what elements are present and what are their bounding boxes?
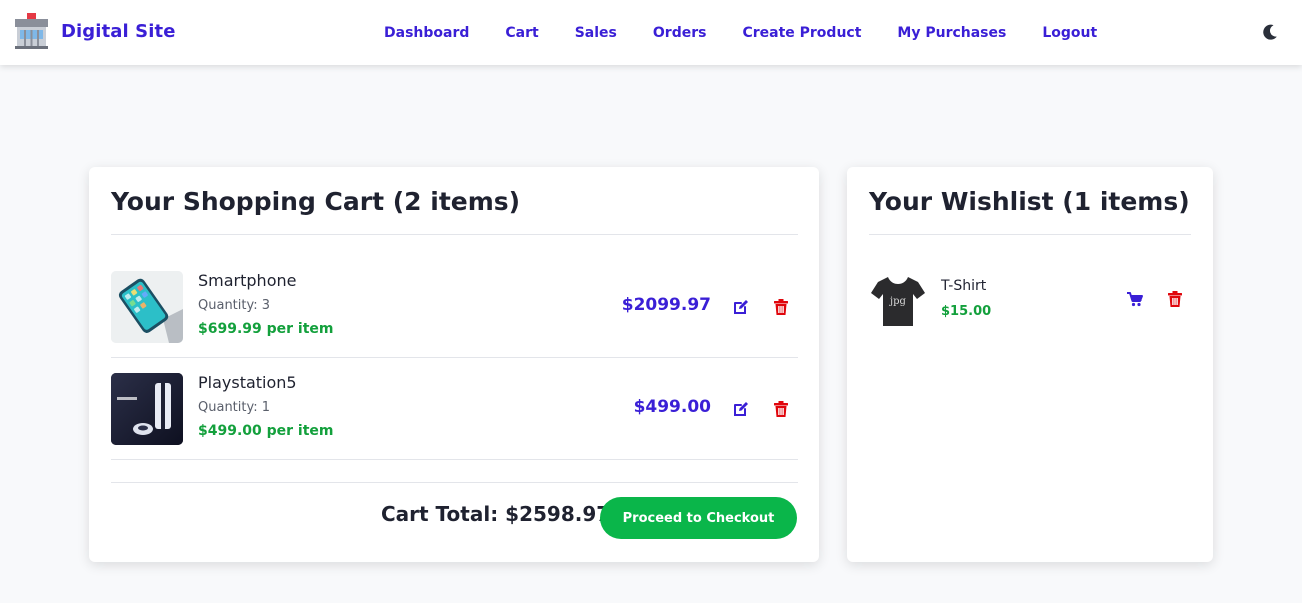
top-navbar: Digital Site Dashboard Cart Sales Orders…	[0, 0, 1302, 65]
nav-links: Dashboard Cart Sales Orders Create Produ…	[384, 0, 1097, 65]
tshirt-thumbnail: jpg	[869, 272, 927, 330]
cart-item-total: $499.00	[633, 397, 711, 417]
playstation5-thumbnail	[111, 373, 183, 445]
nav-link-sales[interactable]: Sales	[575, 25, 617, 41]
wishlist-item-price: $15.00	[941, 304, 992, 319]
store-icon	[15, 13, 48, 49]
cart-footer-divider	[111, 482, 798, 483]
cart-item-name: Playstation5	[198, 373, 297, 392]
cart-item-name: Smartphone	[198, 271, 297, 290]
nav-link-dashboard[interactable]: Dashboard	[384, 25, 469, 41]
nav-link-create-product[interactable]: Create Product	[742, 25, 861, 41]
cart-item-quantity: Quantity: 3	[198, 298, 271, 313]
edit-icon[interactable]	[732, 298, 750, 316]
cart-item-unit-price: $699.99 per item	[198, 321, 334, 337]
cart-move-icon[interactable]	[1126, 290, 1144, 308]
cart-title-divider	[111, 234, 798, 235]
trash-icon[interactable]	[772, 400, 790, 418]
proceed-to-checkout-button[interactable]: Proceed to Checkout	[600, 497, 797, 539]
wishlist-title-divider	[869, 234, 1191, 235]
trash-icon[interactable]	[1166, 290, 1184, 308]
cart-item-smartphone: Smartphone Quantity: 3 $699.99 per item …	[111, 256, 798, 358]
cart-item-quantity: Quantity: 1	[198, 400, 271, 415]
wishlist-item-tshirt: jpg T-Shirt $15.00	[869, 267, 1191, 333]
edit-icon[interactable]	[732, 400, 750, 418]
moon-icon[interactable]	[1260, 22, 1280, 42]
shopping-cart-card: Your Shopping Cart (2 items) Smartphone …	[89, 167, 819, 562]
smartphone-thumbnail	[111, 271, 183, 343]
cart-item-unit-price: $499.00 per item	[198, 423, 334, 439]
brand-name: Digital Site	[61, 20, 176, 42]
wishlist-item-name: T-Shirt	[941, 278, 987, 294]
nav-link-cart[interactable]: Cart	[505, 25, 538, 41]
nav-link-logout[interactable]: Logout	[1042, 25, 1097, 41]
trash-icon[interactable]	[772, 298, 790, 316]
wishlist-title: Your Wishlist (1 items)	[869, 187, 1190, 216]
cart-total: Cart Total: $2598.97	[381, 502, 611, 526]
wishlist-card: Your Wishlist (1 items) jpg T-Shirt $15.…	[847, 167, 1213, 562]
cart-title: Your Shopping Cart (2 items)	[111, 187, 521, 216]
brand-home-link[interactable]: Digital Site	[14, 13, 176, 49]
cart-item-total: $2099.97	[621, 295, 711, 315]
cart-item-playstation5: Playstation5 Quantity: 1 $499.00 per ite…	[111, 358, 798, 460]
nav-link-my-purchases[interactable]: My Purchases	[897, 25, 1006, 41]
tshirt-print-text: jpg	[889, 296, 907, 307]
nav-link-orders[interactable]: Orders	[653, 25, 707, 41]
